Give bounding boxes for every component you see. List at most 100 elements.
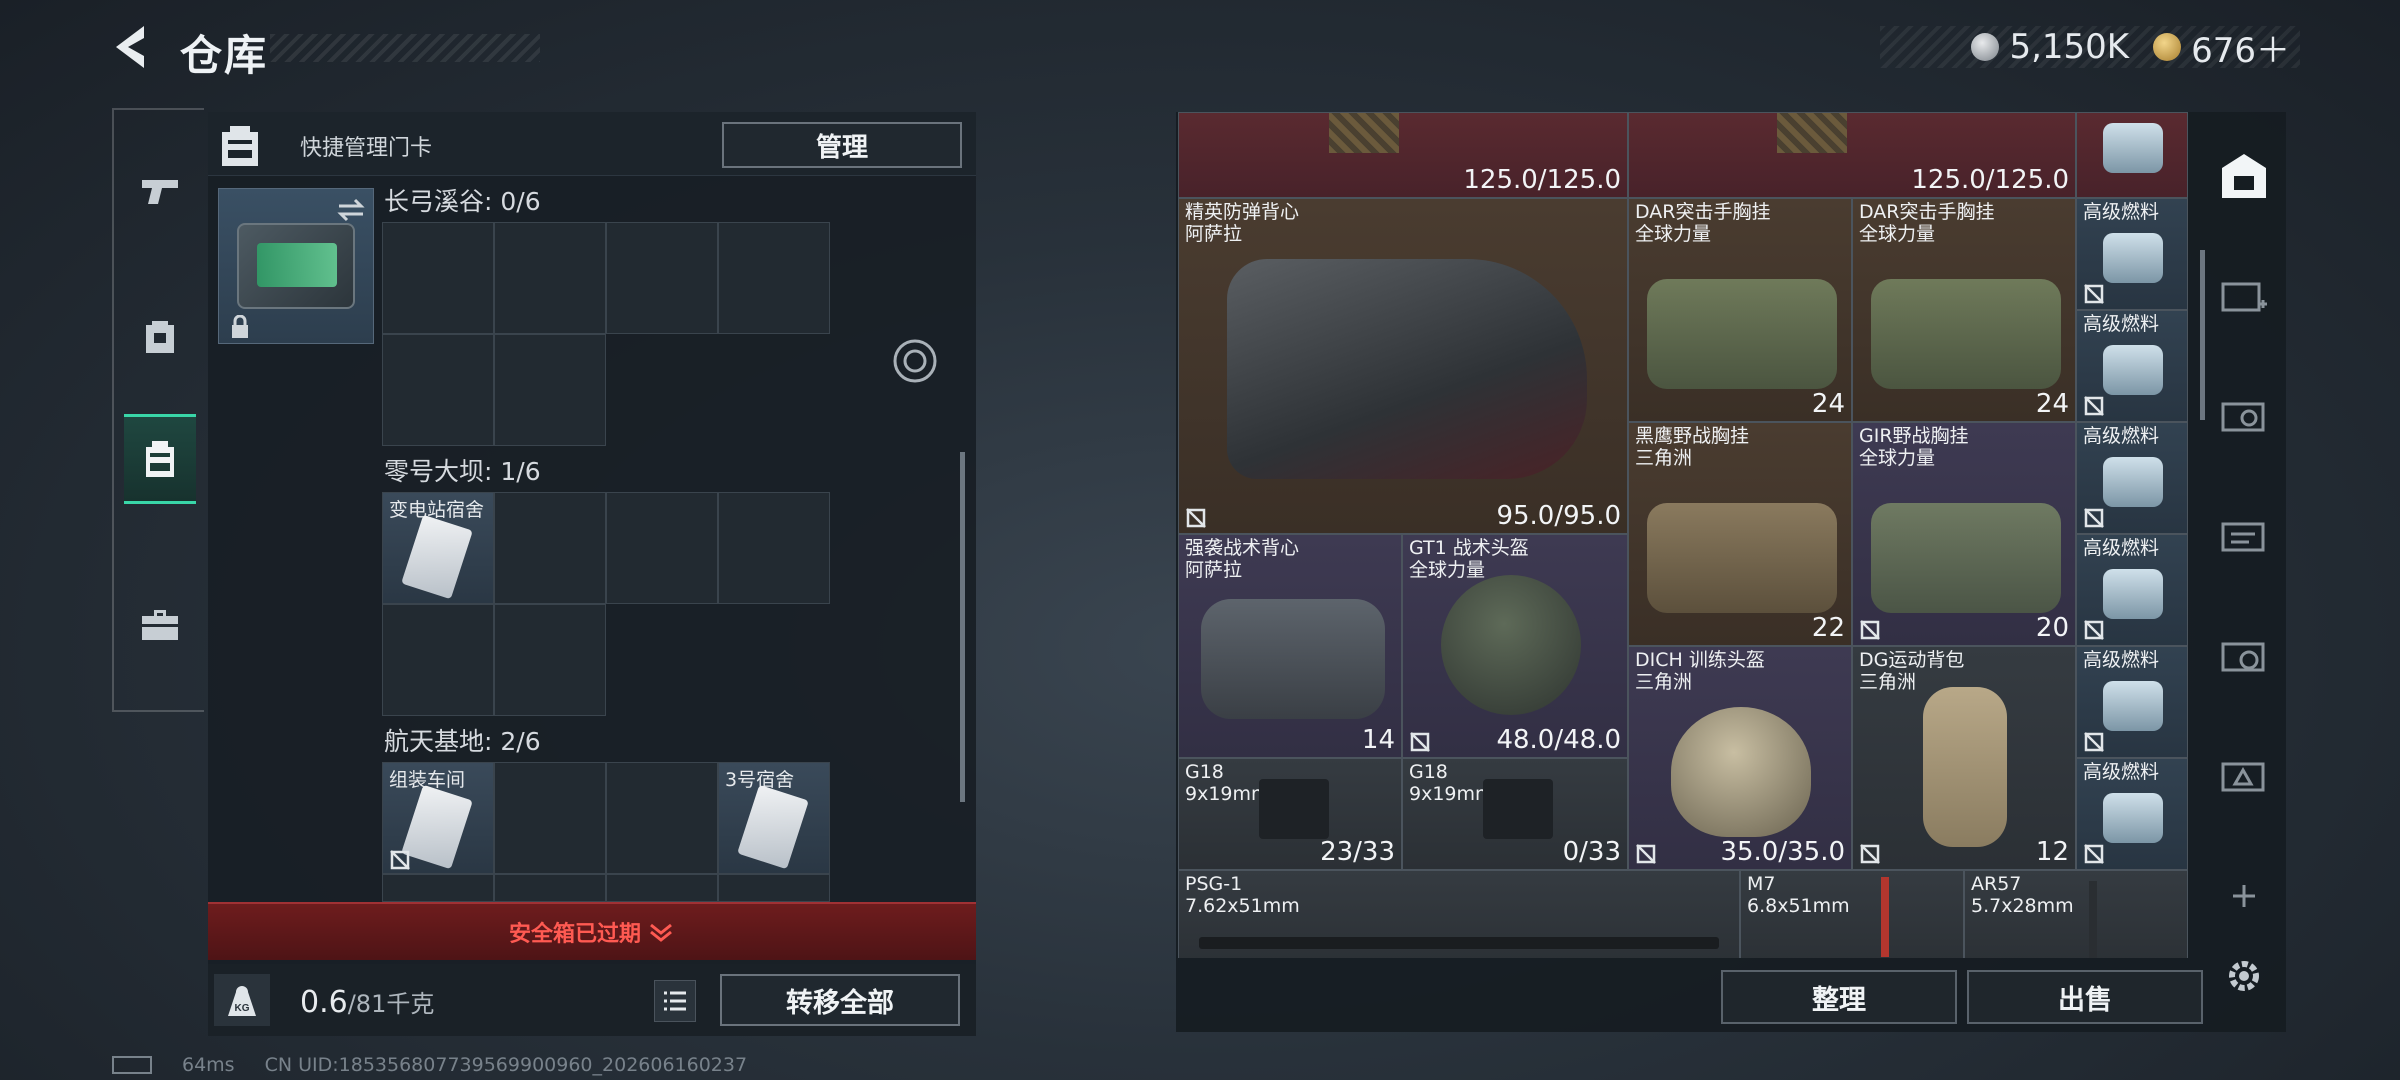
nav-toolbox[interactable] <box>124 580 196 670</box>
fuel-can-image <box>2103 345 2163 395</box>
keycard-slot[interactable] <box>494 762 606 874</box>
tab-gear-case[interactable] <box>2216 388 2272 444</box>
stash-item[interactable]: GIR野战胸挂 全球力量 20 <box>1852 422 2076 646</box>
no-insure-icon <box>1860 844 1880 864</box>
stash-item[interactable]: 125.0/125.0 <box>1628 112 2076 198</box>
add-tab-button[interactable] <box>2216 868 2272 924</box>
sell-button[interactable]: 出售 <box>1967 970 2203 1024</box>
keycard-slot[interactable] <box>718 874 830 902</box>
swap-icon[interactable] <box>335 197 367 223</box>
no-insure-icon <box>2084 620 2104 640</box>
keycard-slot[interactable] <box>606 874 718 902</box>
keycard-item[interactable]: 3号宿舍 <box>718 762 830 874</box>
safebox-expired-banner[interactable]: 安全箱已过期 <box>208 902 976 960</box>
stash-item[interactable]: 精英防弹背心 阿萨拉 95.0/95.0 <box>1178 198 1628 534</box>
keycard-slot[interactable] <box>606 492 718 604</box>
nav-equipment[interactable] <box>124 290 196 380</box>
stash-item[interactable]: 强袭战术背心 阿萨拉 14 <box>1178 534 1402 758</box>
item-name: GIR野战胸挂 全球力量 <box>1859 425 1969 469</box>
stash-item[interactable]: G18 9x19mm 23/33 <box>1178 758 1402 870</box>
keycard-slot[interactable] <box>494 222 606 334</box>
item-capacity: 12 <box>2035 837 2069 867</box>
item-name: 高级燃料 <box>2083 537 2160 559</box>
rifle-image <box>1199 937 1719 949</box>
item-name: PSG-1 7.62x51mm <box>1185 873 1300 917</box>
stash-item[interactable]: DG运动背包 三角洲 12 <box>1852 646 2076 870</box>
tactical-vest-image <box>1201 599 1385 719</box>
item-name: 高级燃料 <box>2083 201 2160 223</box>
keycard-slot[interactable] <box>494 492 606 604</box>
keycard-slot[interactable] <box>382 604 494 716</box>
transfer-all-button[interactable]: 转移全部 <box>720 974 960 1026</box>
settings-button[interactable] <box>2216 948 2272 1004</box>
tab-keycard-case[interactable] <box>2216 508 2272 564</box>
tab-weapon-case[interactable] <box>2216 268 2272 324</box>
item-name: G18 9x19mm <box>1409 761 1494 805</box>
stash-item[interactable]: M7 6.8x51mm <box>1740 870 1964 958</box>
gold-amount[interactable]: 676＋ <box>2191 23 2290 72</box>
map-group-label: 长弓溪谷: 0/6 <box>384 187 541 216</box>
item-name: AR57 5.7x28mm <box>1971 873 2074 917</box>
stash-item[interactable]: PSG-1 7.62x51mm <box>1178 870 1740 958</box>
chest-rig-image <box>1871 503 2061 613</box>
tab-safe-case[interactable] <box>2216 748 2272 804</box>
keycard-slot[interactable] <box>606 762 718 874</box>
stash-item[interactable]: G18 9x19mm 0/33 <box>1402 758 1628 870</box>
nav-keycards[interactable] <box>124 414 196 504</box>
item-capacity: 24 <box>1811 389 1845 419</box>
weight-readout: 0.6/81千克 <box>300 984 434 1020</box>
status-bar: 64ms CN UID:185356807739569900960_202606… <box>112 1054 747 1076</box>
target-icon[interactable] <box>890 336 940 386</box>
nav-weapons[interactable] <box>124 146 196 236</box>
fuel-item[interactable]: 高级燃料 <box>2076 646 2188 758</box>
keycard-slot[interactable] <box>382 874 494 902</box>
weapon-case-icon <box>2221 282 2267 312</box>
fuel-item[interactable]: 高级燃料 <box>2076 534 2188 646</box>
rail-scrollbar[interactable] <box>2200 250 2205 420</box>
fuel-item[interactable]: 高级燃料 <box>2076 758 2188 870</box>
no-insure-icon <box>390 850 410 870</box>
keycard-item[interactable]: 组装车间 <box>382 762 494 874</box>
stash-item[interactable]: GT1 战术头盔 全球力量 48.0/48.0 <box>1402 534 1628 758</box>
tab-med-case[interactable] <box>2216 628 2272 684</box>
fuel-can-image <box>2103 123 2163 173</box>
chest-rig-image <box>1647 503 1837 613</box>
stash-item[interactable]: 黑鹰野战胸挂 三角洲 22 <box>1628 422 1852 646</box>
no-insure-icon <box>1860 620 1880 640</box>
sort-button[interactable]: 整理 <box>1721 970 1957 1024</box>
keycard-holder-slot[interactable] <box>218 188 374 344</box>
stash-item[interactable]: 125.0/125.0 <box>1178 112 1628 198</box>
keycard-slot[interactable] <box>718 492 830 604</box>
pistol-image <box>1259 779 1329 839</box>
keycard-slot[interactable] <box>494 874 606 902</box>
keycard-slot[interactable] <box>494 334 606 446</box>
keycard-slot[interactable] <box>382 222 494 334</box>
keycard-slot[interactable] <box>382 334 494 446</box>
stash-item[interactable]: DAR突击手胸挂 全球力量 24 <box>1628 198 1852 422</box>
keycard-slot[interactable] <box>606 222 718 334</box>
item-durability: 125.0/125.0 <box>1911 165 2069 195</box>
keycard-slot[interactable] <box>494 604 606 716</box>
fuel-item[interactable]: 高级燃料 <box>2076 310 2188 422</box>
safe-case-icon <box>2221 762 2265 792</box>
back-button[interactable] <box>108 22 154 72</box>
stash-panel: 125.0/125.0 125.0/125.0 精英防弹背心 阿萨拉 95.0/… <box>1176 112 2286 1032</box>
fuel-item[interactable]: 高级燃料 <box>2076 422 2188 534</box>
toolbox-icon <box>142 610 178 640</box>
keycard-item[interactable]: 变电站宿舍 <box>382 492 494 604</box>
list-view-button[interactable] <box>654 980 696 1022</box>
keycard-name: 变电站宿舍 <box>389 499 485 521</box>
item-durability: 48.0/48.0 <box>1496 725 1621 755</box>
manage-button[interactable]: 管理 <box>722 122 962 168</box>
scrollbar[interactable] <box>960 452 965 802</box>
keycard-slot[interactable] <box>718 222 830 334</box>
fuel-item[interactable]: 高级燃料 <box>2076 198 2188 310</box>
item-name: 高级燃料 <box>2083 313 2160 335</box>
no-insure-icon <box>2084 284 2104 304</box>
fuel-item[interactable] <box>2076 112 2188 198</box>
tab-stash[interactable] <box>2216 148 2272 204</box>
stash-item[interactable]: DICH 训练头盔 三角洲 35.0/35.0 <box>1628 646 1852 870</box>
stash-item[interactable]: DAR突击手胸挂 全球力量 24 <box>1852 198 2076 422</box>
stash-item[interactable]: AR57 5.7x28mm <box>1964 870 2188 958</box>
no-insure-icon <box>2084 508 2104 528</box>
